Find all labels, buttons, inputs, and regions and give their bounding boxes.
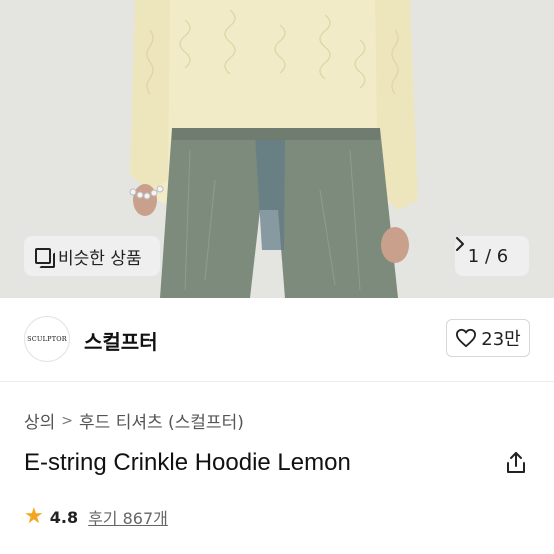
- breadcrumb: 상의 > 후드 티셔츠 (스컬프터): [24, 408, 244, 434]
- breadcrumb-item-category[interactable]: 상의: [24, 408, 55, 433]
- brand-logo[interactable]: SCULPTOR: [24, 316, 70, 362]
- rating-row: ★ 4.8 후기 867개: [24, 505, 168, 529]
- like-button[interactable]: 23만: [446, 319, 530, 357]
- product-image[interactable]: 비슷한 상품 1 / 6: [0, 0, 554, 298]
- image-pager[interactable]: 1 / 6: [455, 236, 529, 276]
- reviews-link[interactable]: 후기 867개: [88, 505, 168, 529]
- star-icon: ★: [24, 504, 44, 529]
- brand-name[interactable]: 스컬프터: [84, 326, 158, 355]
- similar-items-icon: [35, 247, 55, 268]
- breadcrumb-item-subcategory[interactable]: 후드 티셔츠 (스컬프터): [79, 408, 244, 433]
- pager-text: 1 / 6: [467, 245, 509, 267]
- share-icon[interactable]: [503, 450, 529, 476]
- product-title: E-string Crinkle Hoodie Lemon: [24, 449, 351, 476]
- similar-items-button[interactable]: 비슷한 상품: [24, 236, 160, 276]
- brand-row: SCULPTOR 스컬프터 23만: [0, 298, 554, 382]
- brand-logo-text: SCULPTOR: [27, 335, 67, 343]
- similar-items-label: 비슷한 상품: [58, 248, 142, 269]
- breadcrumb-separator: >: [61, 412, 74, 429]
- like-count: 23만: [481, 329, 521, 350]
- rating-score: 4.8: [49, 507, 79, 527]
- heart-outline-icon: [455, 328, 477, 348]
